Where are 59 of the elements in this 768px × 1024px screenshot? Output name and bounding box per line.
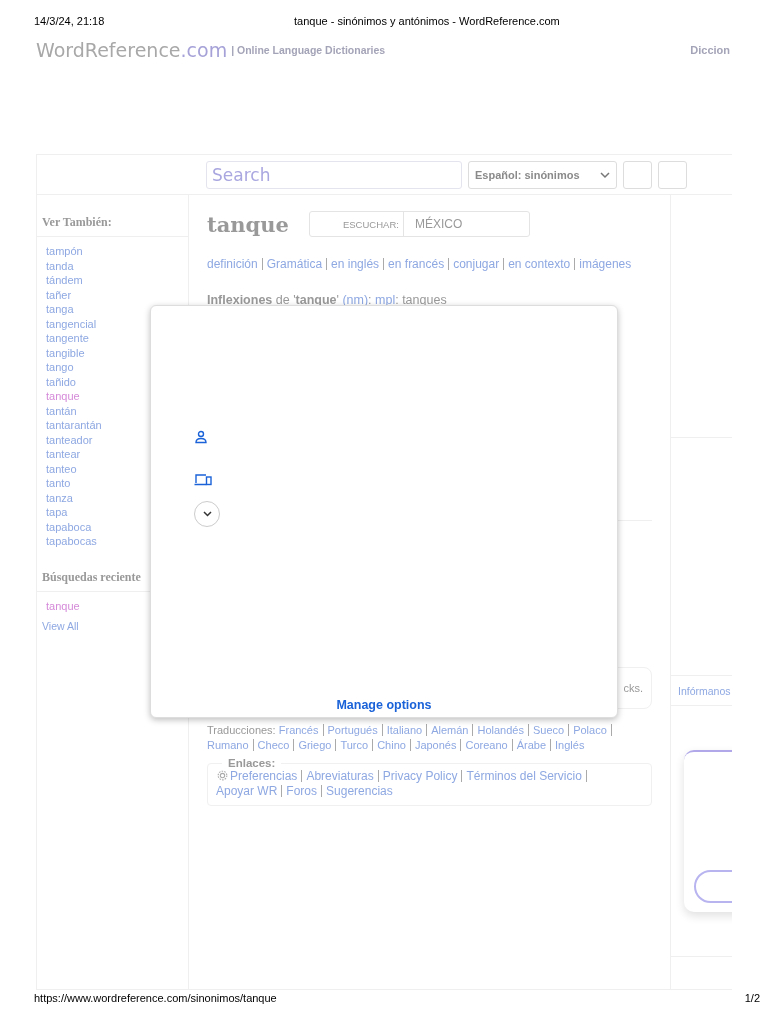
footer-link[interactable]: Preferencias <box>230 769 298 783</box>
print-url: https://www.wordreference.com/sinonimos/tanque <box>34 992 277 1006</box>
translation-link[interactable]: Sueco <box>532 724 565 736</box>
footer-link[interactable]: Abreviaturas <box>306 769 374 783</box>
translation-link[interactable]: Chino <box>377 739 406 751</box>
card-text: cks. <box>623 682 643 694</box>
related-word-link[interactable]: tanda <box>46 258 188 273</box>
toolbar-button[interactable] <box>623 160 652 189</box>
related-word-link[interactable]: tampón <box>46 244 188 259</box>
translation-link[interactable]: Turco <box>340 739 369 751</box>
entry-link[interactable]: imágenes <box>579 257 632 271</box>
person-icon <box>194 430 208 444</box>
devices-icon <box>194 472 212 486</box>
footer-link[interactable]: Foros <box>286 784 318 798</box>
entry-link[interactable]: definición <box>207 257 258 271</box>
print-date: 14/3/24, 21:18 <box>34 15 106 29</box>
translation-link[interactable]: Inglés <box>555 739 585 751</box>
translation-link[interactable]: Holandés <box>477 724 524 736</box>
search-field[interactable]: Search <box>206 160 462 189</box>
translation-link[interactable]: Italiano <box>386 724 423 736</box>
gear-icon <box>216 769 229 782</box>
translation-link[interactable]: Francés <box>278 724 319 736</box>
chevron-down-icon <box>600 170 610 179</box>
translation-link[interactable]: Japonés <box>414 739 457 751</box>
footer-link[interactable]: Términos del Servicio <box>466 769 582 783</box>
footer-link[interactable]: Privacy Policy <box>382 769 458 783</box>
expand-button[interactable] <box>194 501 220 527</box>
translation-link[interactable]: Checo <box>257 739 290 751</box>
related-word-link[interactable]: tándem <box>46 273 188 288</box>
entry-link[interactable]: Gramática <box>266 257 323 271</box>
report-link[interactable]: Infórmanos <box>678 684 731 697</box>
manage-options-button[interactable]: Manage options <box>330 697 438 713</box>
site-logo[interactable]: WordReference.com <box>36 39 228 61</box>
entry-link[interactable]: en inglés <box>331 257 380 271</box>
entry-link[interactable]: en francés <box>388 257 445 271</box>
nav-link[interactable]: Diccion <box>690 44 730 56</box>
footer-link[interactable]: Sugerencias <box>326 784 393 798</box>
translation-link[interactable]: Polaco <box>573 724 607 736</box>
footer-link[interactable]: Apoyar WR <box>216 784 278 798</box>
sidebar-heading: Ver También: <box>37 195 188 237</box>
entry-link[interactable]: conjugar <box>453 257 500 271</box>
translations-label: Traducciones: <box>207 724 276 736</box>
translation-link[interactable]: Árabe <box>516 739 547 751</box>
dictionary-select[interactable]: Español: sinónimos <box>468 160 617 189</box>
entry-link[interactable]: en contexto <box>508 257 571 271</box>
translation-link[interactable]: Alemán <box>431 724 469 736</box>
translation-link[interactable]: Griego <box>298 739 332 751</box>
print-title: tanque - sinónimos y antónimos - WordReference.com <box>294 15 560 29</box>
translation-link[interactable]: Coreano <box>465 739 508 751</box>
headword: tanque <box>207 211 289 237</box>
toolbar-button[interactable] <box>658 160 687 189</box>
related-word-link[interactable]: tañer <box>46 287 188 302</box>
listen-control[interactable]: ESCUCHAR: MÉXICO <box>308 211 530 237</box>
site-tagline: | Online Language Dictionaries <box>231 44 386 56</box>
links-legend: Enlaces: <box>222 757 282 769</box>
chevron-down-icon <box>202 511 212 517</box>
page-number: 1/2 <box>744 992 760 1006</box>
translation-link[interactable]: Rumano <box>207 739 249 751</box>
translation-link[interactable]: Portugués <box>327 724 378 736</box>
